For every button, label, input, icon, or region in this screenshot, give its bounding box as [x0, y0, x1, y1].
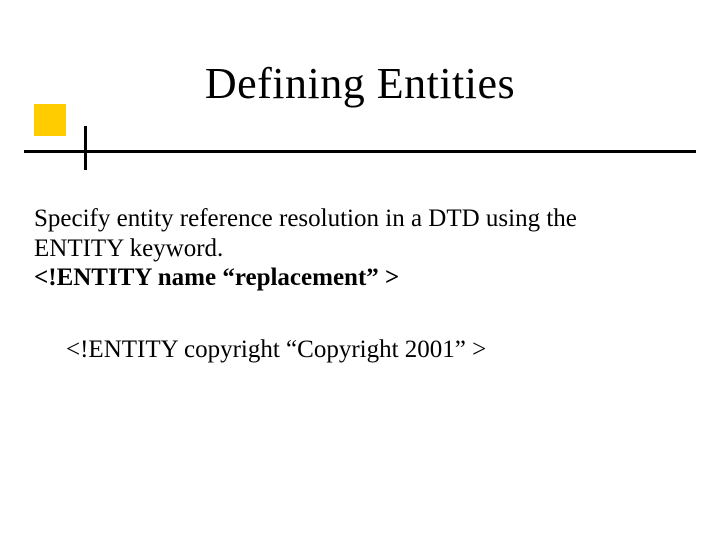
decorative-square	[34, 104, 66, 136]
body-text: Specify entity reference resolution in a…	[34, 204, 684, 293]
body-line-2: ENTITY keyword.	[34, 235, 223, 262]
horizontal-rule	[24, 150, 696, 153]
slide-title: Defining Entities	[0, 58, 720, 109]
body-line-1: Specify entity reference resolution in a…	[34, 205, 577, 232]
vertical-rule	[84, 126, 87, 170]
example-line: <!ENTITY copyright “Copyright 2001” >	[66, 336, 666, 364]
body-line-3: <!ENTITY name “replacement” >	[34, 264, 399, 291]
